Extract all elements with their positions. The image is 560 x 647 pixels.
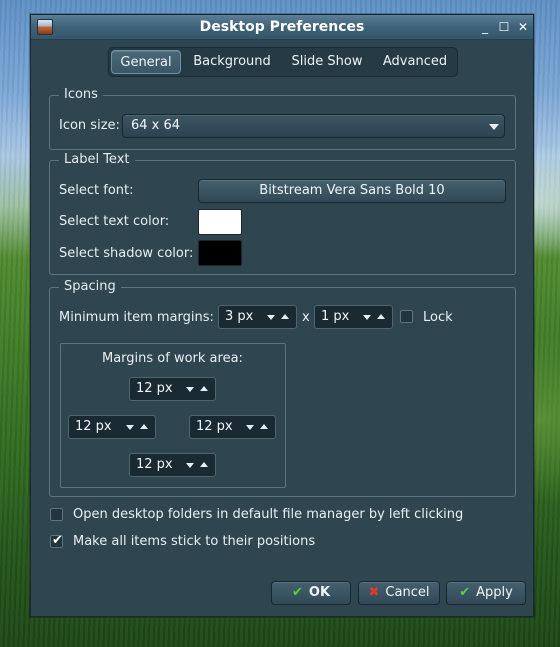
margin-y-spinner[interactable]: 1 px	[314, 305, 393, 329]
decrement-icon[interactable]	[186, 387, 194, 392]
margin-x-value: 3 px	[225, 309, 254, 324]
text-color-swatch[interactable]	[198, 209, 242, 235]
work-area-top-value: 12 px	[136, 381, 173, 396]
window-title: Desktop Preferences	[199, 19, 365, 35]
icon-size-value: 64 x 64	[131, 118, 181, 133]
font-button[interactable]: Bitstream Vera Sans Bold 10	[198, 179, 506, 203]
work-area-top-spinner[interactable]: 12 px	[129, 377, 216, 401]
decrement-icon[interactable]	[246, 425, 254, 430]
ok-label: OK	[308, 585, 331, 600]
decrement-icon[interactable]	[186, 463, 194, 468]
x-icon: ✖	[368, 585, 380, 600]
increment-icon[interactable]	[140, 424, 148, 429]
check-icon: ✔	[291, 585, 303, 600]
apply-button[interactable]: ✔ Apply	[446, 581, 526, 605]
increment-icon[interactable]	[377, 314, 385, 319]
check-icon: ✔	[459, 585, 471, 600]
lock-label: Lock	[423, 310, 453, 325]
margin-y-value: 1 px	[321, 309, 350, 324]
spacing-frame-title: Spacing	[59, 279, 121, 295]
minimize-icon[interactable]: _	[477, 19, 493, 35]
margin-separator: x	[302, 310, 310, 325]
select-text-color-label: Select text color:	[59, 214, 170, 229]
work-area-bottom-spinner[interactable]: 12 px	[129, 453, 216, 477]
stick-items-label: Make all items stick to their positions	[73, 534, 316, 549]
work-area-bottom-value: 12 px	[136, 457, 173, 472]
ok-button[interactable]: ✔ OK	[271, 581, 351, 605]
select-font-label: Select font:	[59, 183, 134, 198]
icon-size-combo[interactable]: 64 x 64	[122, 114, 505, 138]
tab-slide-show[interactable]: Slide Show	[283, 50, 371, 74]
checkmark-icon: ✔	[52, 533, 63, 548]
stick-items-checkbox[interactable]: ✔	[50, 533, 63, 548]
icon-size-label: Icon size:	[59, 118, 120, 133]
tab-general[interactable]: General	[111, 50, 181, 74]
tab-advanced[interactable]: Advanced	[375, 50, 455, 74]
apply-label: Apply	[476, 585, 513, 600]
work-area-right-value: 12 px	[196, 419, 233, 434]
work-area-frame: Margins of work area: 12 px 12 px 12 px …	[60, 343, 286, 488]
decrement-icon[interactable]	[267, 315, 275, 320]
work-area-left-value: 12 px	[75, 419, 112, 434]
chevron-down-icon	[489, 124, 499, 130]
preferences-window: Desktop Preferences _ ☐ ✕ General Backgr…	[30, 14, 534, 617]
label-text-frame-title: Label Text	[59, 152, 135, 168]
minimum-item-margins-label: Minimum item margins:	[59, 310, 214, 325]
work-area-right-spinner[interactable]: 12 px	[189, 415, 276, 439]
tab-bar: General Background Slide Show Advanced	[108, 47, 458, 77]
label-text-frame: Label Text Select font: Bitstream Vera S…	[49, 152, 516, 275]
work-area-left-spinner[interactable]: 12 px	[68, 415, 156, 439]
increment-icon[interactable]	[200, 386, 208, 391]
increment-icon[interactable]	[281, 314, 289, 319]
title-bar[interactable]: Desktop Preferences _ ☐ ✕	[31, 15, 533, 40]
icons-frame-title: Icons	[59, 87, 103, 103]
decrement-icon[interactable]	[126, 425, 134, 430]
margin-x-spinner[interactable]: 3 px	[218, 305, 297, 329]
lock-checkbox[interactable]	[400, 310, 413, 323]
work-area-label: Margins of work area:	[102, 351, 243, 366]
open-folders-label: Open desktop folders in default file man…	[73, 507, 464, 522]
open-folders-checkbox[interactable]	[50, 508, 63, 521]
tab-background[interactable]: Background	[185, 50, 279, 74]
maximize-icon[interactable]: ☐	[496, 19, 512, 35]
cancel-button[interactable]: ✖ Cancel	[358, 581, 440, 605]
shadow-color-swatch[interactable]	[198, 240, 242, 266]
close-icon[interactable]: ✕	[515, 19, 531, 35]
increment-icon[interactable]	[260, 424, 268, 429]
select-shadow-color-label: Select shadow color:	[59, 246, 194, 261]
icons-frame: Icons Icon size: 64 x 64	[49, 87, 516, 150]
decrement-icon[interactable]	[363, 315, 371, 320]
cancel-label: Cancel	[385, 585, 430, 600]
increment-icon[interactable]	[200, 462, 208, 467]
